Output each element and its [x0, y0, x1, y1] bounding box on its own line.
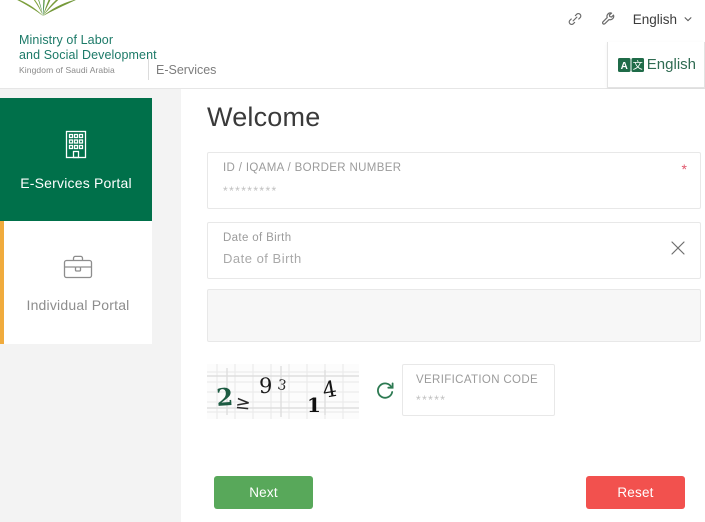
page-header: Ministry of Labor and Social Development… — [0, 0, 705, 89]
app-root: Ministry of Labor and Social Development… — [0, 0, 705, 522]
reset-button[interactable]: Reset — [586, 476, 685, 509]
language-selector[interactable]: English — [633, 12, 697, 27]
chevron-down-icon — [683, 14, 693, 24]
language-option-label: English — [647, 56, 696, 73]
header-actions: English — [565, 9, 697, 29]
verification-code-label: VERIFICATION CODE — [416, 374, 538, 386]
close-icon[interactable] — [667, 237, 689, 259]
brand-line-2: and Social Development — [19, 48, 157, 63]
wrench-icon[interactable] — [599, 9, 619, 29]
sidebar: E-Services Portal Individual Portal — [0, 89, 181, 522]
brand-line-3: Kingdom of Saudi Arabia — [19, 65, 157, 75]
verification-code-value: ***** — [416, 393, 446, 407]
language-option-english[interactable]: A 文 English — [618, 56, 696, 73]
header-section-label: E-Services — [156, 63, 216, 77]
sidebar-item-label: Individual Portal — [26, 297, 129, 313]
sidebar-item-individual-portal[interactable]: Individual Portal — [0, 221, 152, 344]
svg-text:9: 9 — [259, 374, 272, 398]
empty-panel — [207, 289, 701, 342]
svg-text:A: A — [620, 60, 627, 71]
date-of-birth-field[interactable]: Date of Birth Date of Birth — [207, 222, 701, 279]
brand-line-1: Ministry of Labor — [19, 33, 157, 48]
required-asterisk: * — [682, 162, 687, 176]
verification-code-field[interactable]: VERIFICATION CODE ***** — [402, 364, 555, 416]
id-field-value: ********* — [223, 184, 278, 198]
sidebar-gutter — [152, 89, 181, 522]
svg-text:文: 文 — [633, 59, 643, 72]
sidebar-item-label: E-Services Portal — [20, 175, 132, 191]
brand-title: Ministry of Labor and Social Development… — [19, 33, 157, 75]
main-content: Welcome ID / IQAMA / BORDER NUMBER *****… — [181, 89, 705, 522]
header-divider — [148, 56, 149, 80]
building-icon — [61, 128, 91, 165]
language-dropdown-menu: A 文 English — [607, 42, 705, 88]
language-selector-label: English — [633, 12, 677, 27]
refresh-icon[interactable] — [374, 380, 396, 402]
translate-icon: A 文 — [618, 58, 644, 72]
svg-text:1: 1 — [307, 393, 321, 417]
id-iqama-border-number-field[interactable]: ID / IQAMA / BORDER NUMBER ********* * — [207, 152, 701, 209]
link-icon[interactable] — [565, 9, 585, 29]
svg-text:2: 2 — [215, 382, 234, 412]
svg-text:≥: ≥ — [234, 392, 251, 414]
dob-field-value: Date of Birth — [223, 251, 302, 266]
page-title: Welcome — [207, 102, 320, 133]
dob-field-label: Date of Birth — [223, 232, 291, 244]
captcha-image: 2 ≥ 9 3 1 4 — [207, 364, 359, 419]
sidebar-item-e-services-portal[interactable]: E-Services Portal — [0, 98, 152, 221]
briefcase-icon — [61, 252, 95, 287]
next-button[interactable]: Next — [214, 476, 313, 509]
id-field-label: ID / IQAMA / BORDER NUMBER — [223, 162, 401, 174]
